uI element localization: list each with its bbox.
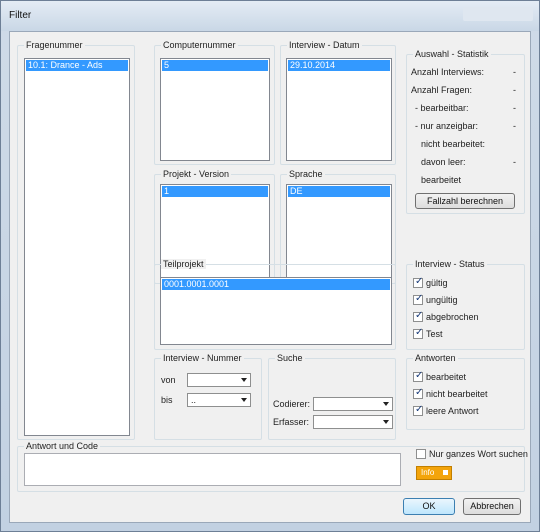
stat-row: Anzahl Fragen: - <box>411 85 516 97</box>
stat-row: Anzahl Interviews: - <box>411 67 516 79</box>
checkbox-box[interactable]: ✓ <box>413 404 424 416</box>
teilprojekt-list[interactable]: 0001.0001.0001 <box>160 277 392 345</box>
suche-legend: Suche <box>275 353 305 363</box>
stat-row: bearbeitet <box>411 175 516 187</box>
list-item[interactable]: 29.10.2014 <box>288 60 390 71</box>
von-label: von <box>161 375 176 385</box>
check-mark-icon: ✓ <box>415 370 424 381</box>
checkbox-label: Nur ganzes Wort suchen <box>429 449 528 459</box>
bis-value: .. <box>191 395 197 405</box>
stat-value: - <box>513 85 516 95</box>
check-mark-icon: ✓ <box>415 404 424 415</box>
checkbox-label: ungültig <box>426 295 458 305</box>
sprache-legend: Sprache <box>287 169 325 179</box>
checkbox-box[interactable]: ✓ <box>413 310 424 322</box>
stat-label: - nur anzeigbar: <box>415 121 479 131</box>
chevron-down-icon[interactable] <box>383 420 389 424</box>
stat-value: - <box>513 157 516 167</box>
stat-label: - bearbeitbar: <box>415 103 469 113</box>
check-mark-icon: ✓ <box>415 327 424 338</box>
interview-nummer-legend: Interview - Nummer <box>161 353 244 363</box>
list-item[interactable]: 10.1: Drance - Ads <box>26 60 128 71</box>
fallzahl-berechnen-button[interactable]: Fallzahl berechnen <box>415 193 515 209</box>
stat-value: - <box>513 67 516 77</box>
interview-status-legend: Interview - Status <box>413 259 487 269</box>
title-bar[interactable]: Filter <box>1 1 539 31</box>
checkbox-box[interactable]: ✓ <box>413 387 424 399</box>
teilprojekt-legend: Teilprojekt <box>161 259 206 269</box>
check-mark-icon: ✓ <box>415 276 424 287</box>
stat-value: - <box>513 121 516 131</box>
projekt-version-legend: Projekt - Version <box>161 169 232 179</box>
titlebar-background <box>463 7 533 21</box>
interview-nummer-group: Interview - Nummer von bis .. <box>154 353 262 440</box>
stat-value: - <box>513 103 516 113</box>
checkbox-label: gültig <box>426 278 448 288</box>
erfasser-combobox[interactable] <box>313 415 393 429</box>
list-item[interactable]: DE <box>288 186 390 197</box>
dialog-client-area: Fragenummer 10.1: Drance - Ads Computern… <box>9 31 531 523</box>
bis-label: bis <box>161 395 173 405</box>
codierer-combobox[interactable] <box>313 397 393 411</box>
fragenummer-list[interactable]: 10.1: Drance - Ads <box>24 58 130 436</box>
stat-label: Anzahl Interviews: <box>411 67 485 77</box>
check-mark-icon: ✓ <box>415 387 424 398</box>
stat-row: nicht bearbeitet: <box>411 139 516 151</box>
ok-button[interactable]: OK <box>403 498 455 515</box>
window-title: Filter <box>9 10 32 21</box>
checkbox-box[interactable]: ✓ <box>413 276 424 288</box>
interview-datum-legend: Interview - Datum <box>287 40 362 50</box>
checkbox-label: abgebrochen <box>426 312 479 322</box>
list-item[interactable]: 1 <box>162 186 268 197</box>
checkbox-box[interactable]: ✓ <box>413 327 424 339</box>
antworten-legend: Antworten <box>413 353 458 363</box>
chevron-down-icon[interactable] <box>383 402 389 406</box>
erfasser-label: Erfasser: <box>273 417 310 427</box>
antwort-code-legend: Antwort und Code <box>24 441 101 451</box>
filter-dialog: Filter Fragenummer 10.1: Drance - Ads Co… <box>0 0 540 532</box>
fragenummer-legend: Fragenummer <box>24 40 85 50</box>
stat-row: - nur anzeigbar: - <box>411 121 516 133</box>
suche-group: Suche Codierer: Erfasser: <box>268 353 396 440</box>
checkbox-label: leere Antwort <box>426 406 479 416</box>
checkbox-label: nicht bearbeitet <box>426 389 488 399</box>
check-mark-icon: ✓ <box>415 310 424 321</box>
info-label: Info <box>421 468 435 477</box>
computernummer-list[interactable]: 5 <box>160 58 270 161</box>
stat-label: davon leer: <box>421 157 466 167</box>
statistik-group: Auswahl - Statistik Anzahl Interviews: -… <box>406 49 525 214</box>
stat-label: bearbeitet <box>421 175 462 185</box>
checkbox-box[interactable] <box>416 449 426 459</box>
bis-combobox[interactable]: .. <box>187 393 251 407</box>
chevron-down-icon[interactable] <box>241 398 247 402</box>
abbrechen-button[interactable]: Abbrechen <box>463 498 521 515</box>
codierer-label: Codierer: <box>273 399 311 409</box>
stat-row: - bearbeitbar: - <box>411 103 516 115</box>
statistik-legend: Auswahl - Statistik <box>413 49 491 59</box>
antwort-code-input[interactable] <box>24 453 401 486</box>
stat-row: davon leer: - <box>411 157 516 169</box>
interview-datum-list[interactable]: 29.10.2014 <box>286 58 392 161</box>
list-item[interactable]: 5 <box>162 60 268 71</box>
checkbox-box[interactable]: ✓ <box>413 370 424 382</box>
checkbox-label: Test <box>426 329 443 339</box>
info-square-icon <box>443 470 448 475</box>
check-mark-icon: ✓ <box>415 293 424 304</box>
von-combobox[interactable] <box>187 373 251 387</box>
checkbox-label: bearbeitet <box>426 372 467 382</box>
stat-label: Anzahl Fragen: <box>411 85 473 95</box>
chevron-down-icon[interactable] <box>241 378 247 382</box>
info-button[interactable]: Info <box>416 466 452 480</box>
antworten-group: Antworten ✓ bearbeitet ✓ nicht bearbeite… <box>406 353 525 430</box>
interview-status-group: Interview - Status ✓ gültig ✓ ungültig ✓… <box>406 259 525 350</box>
checkbox-box[interactable]: ✓ <box>413 293 424 305</box>
computernummer-legend: Computernummer <box>161 40 238 50</box>
stat-label: nicht bearbeitet: <box>421 139 486 149</box>
list-item[interactable]: 0001.0001.0001 <box>162 279 390 290</box>
